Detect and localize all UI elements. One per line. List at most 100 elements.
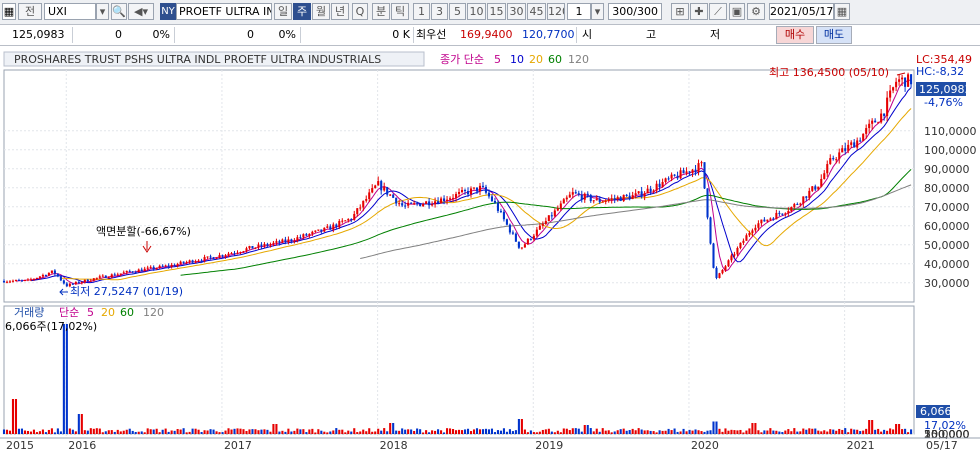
candle-body [667,178,670,180]
candle-body [134,272,137,274]
volume-bar [365,431,368,434]
volume-bar [167,431,170,434]
candle-body [170,264,173,267]
price-legend-ma20: 20 [529,53,543,66]
low-annotation: 최저 27,5247 (01/19) [70,285,183,298]
calendar-icon[interactable]: ▦ [834,3,850,20]
candle-body [658,183,661,188]
jeon-button[interactable]: 전 [18,3,42,20]
candle-body [778,212,781,214]
volume-bar [122,430,125,434]
volume-bar [146,428,149,434]
candle-body [532,235,535,240]
q-button[interactable]: Q [352,3,368,20]
interval-input[interactable]: 1 [567,3,591,20]
candle-body [122,272,125,274]
volume-bar [529,430,532,434]
volume-bar [616,430,619,434]
interval-10[interactable]: 10 [467,3,486,20]
volume-bar [793,428,796,434]
interval-1[interactable]: 1 [413,3,430,20]
candle-body [643,193,646,197]
candle-body [59,276,62,281]
candle-body [739,242,742,249]
volume-legend-ma20: 20 [101,306,115,319]
candle-body [784,213,787,215]
candle-body [113,274,116,276]
interval-15[interactable]: 15 [487,3,506,20]
volume-bar [475,428,479,434]
indicator-icon[interactable]: ⟋ [709,3,727,20]
crosshair-icon[interactable]: ✚ [690,3,708,20]
volume-bar [395,430,398,434]
interval-3[interactable]: 3 [431,3,448,20]
candle-body [416,203,419,205]
price-legend-label: 종가 단순 [440,53,484,66]
volume-bar [709,430,712,434]
tab-year[interactable]: 년 [331,3,349,20]
save-icon[interactable]: ▣ [729,3,745,20]
buy-button[interactable]: 매수 [776,26,814,44]
candle-body [62,280,65,284]
best-quote-label: 최우선 [416,28,447,41]
candle-body [718,273,721,278]
volume-bar [454,430,458,434]
interval-chevron-icon[interactable]: ▾ [591,3,604,20]
volume-bar [155,428,158,434]
volume-bar [293,430,296,434]
volume-bar [431,430,434,434]
date-input[interactable]: 2021/05/17 [769,3,834,20]
volume-bar [119,431,122,434]
volume-bar [910,429,913,434]
interval-30[interactable]: 30 [507,3,526,20]
volume-bar [847,432,850,434]
volume-bar [691,430,694,434]
count-input[interactable]: 300/300 [608,3,662,20]
interval-5[interactable]: 5 [449,3,466,20]
volume-bar [514,430,517,434]
candle-body [386,187,389,195]
tab-month[interactable]: 월 [312,3,330,20]
candle-body [508,224,511,233]
chart-type-icon[interactable]: ⊞ [671,3,689,20]
volume-bar [212,429,215,434]
candle-body [296,237,299,241]
interval-45[interactable]: 45 [527,3,546,20]
volume-bar [631,428,634,434]
volume-bar [796,431,799,434]
candle-body [326,226,329,228]
candle-body [227,253,230,256]
volume-bar [440,430,443,434]
volume-bar [850,428,853,434]
tab-tick[interactable]: 틱 [391,3,409,20]
volume-bar [137,431,140,434]
candle-body [688,171,691,173]
chevron-down-icon[interactable]: ▾ [96,3,109,20]
volume-bar [170,430,173,434]
symbol-input[interactable]: UXI [44,3,96,20]
grid-menu-icon[interactable]: ▦ [2,3,16,20]
volume-bar [233,428,236,434]
candle-body [332,224,335,230]
search-icon[interactable]: 🔍 [111,3,127,20]
tab-minute[interactable]: 분 [372,3,390,20]
volume-bar [505,431,508,434]
volume-bar [158,432,161,434]
interval-120[interactable]: 120 [547,3,565,20]
volume-bar [811,428,814,434]
tab-day[interactable]: 일 [274,3,292,20]
volume-bar [188,431,191,434]
candle-body [290,239,293,242]
volume-bar [679,431,682,434]
candle-body [832,158,835,160]
candle-body [401,203,404,206]
candle-body [712,243,715,268]
sell-button[interactable]: 매도 [816,26,852,44]
tab-week[interactable]: 주 [293,3,311,20]
sound-icon[interactable]: ◀▾ [128,3,154,20]
gear-icon[interactable]: ⚙ [747,3,765,20]
chart-area[interactable]: 30,0000 40,0000 50,0000 60,0000 70,0000 80,00… [0,46,980,453]
symbol-name: PROETF ULTRA IND [176,3,272,20]
candle-body [490,196,494,202]
candle-body [808,190,811,198]
